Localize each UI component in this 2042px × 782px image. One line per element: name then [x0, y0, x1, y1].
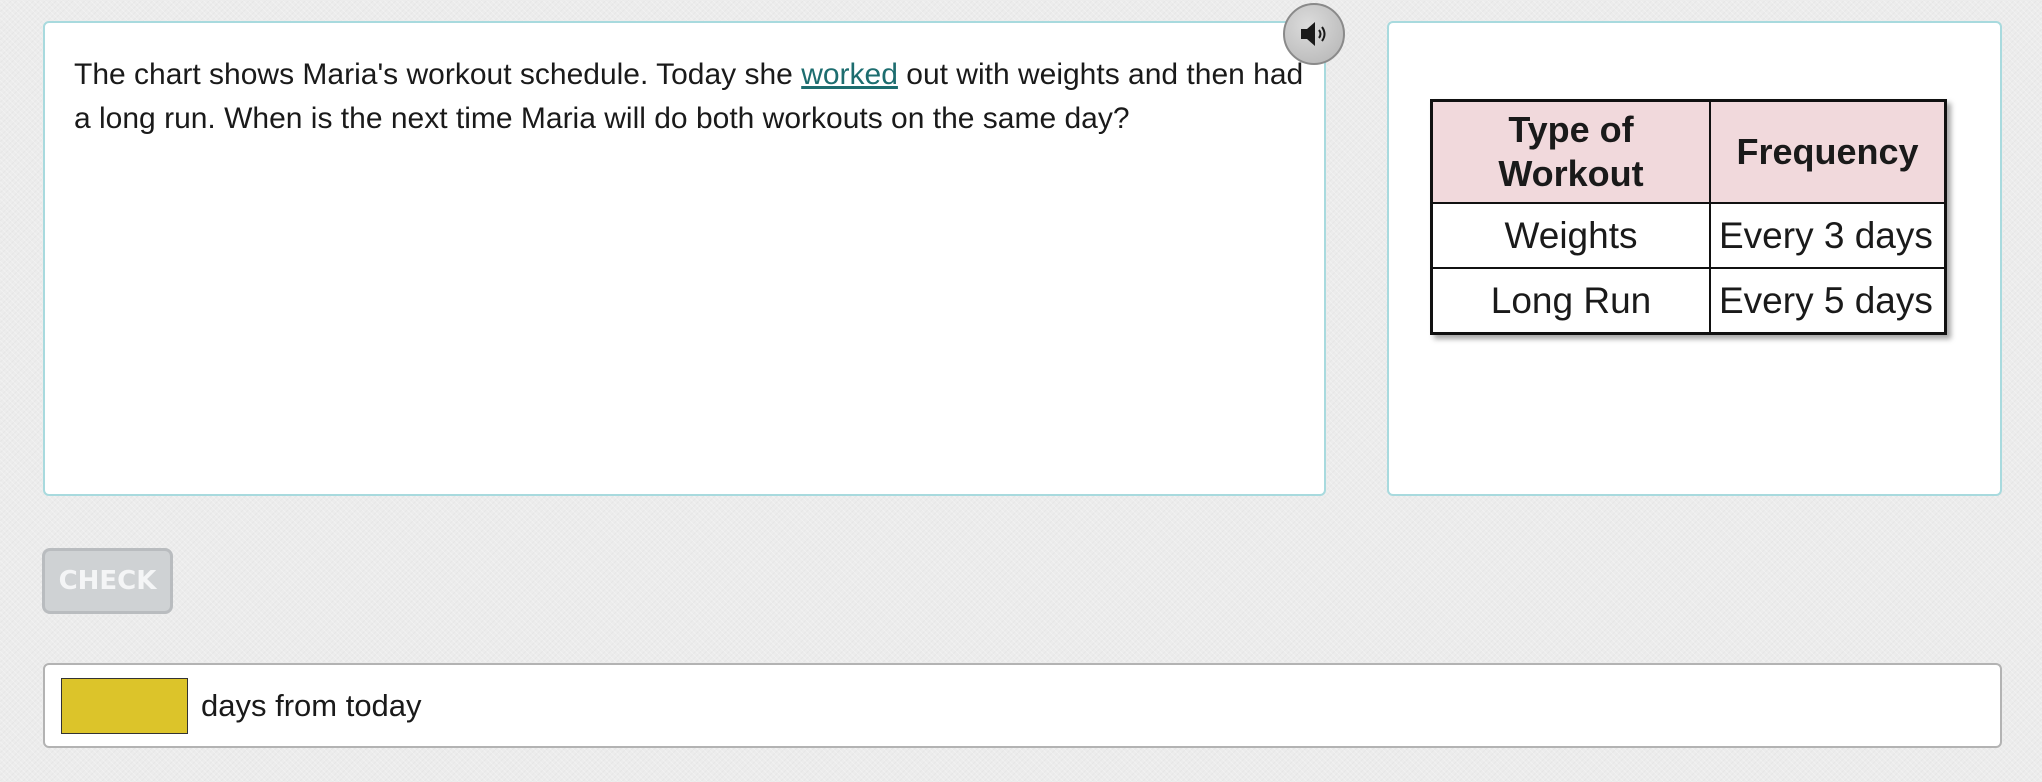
answer-suffix-label: days from today	[201, 688, 422, 723]
header-frequency: Frequency	[1709, 99, 1947, 204]
check-button[interactable]: CHECK	[42, 548, 173, 614]
speaker-icon	[1301, 22, 1326, 46]
answer-panel: days from today	[43, 663, 2002, 748]
cell-workout-type: Long Run	[1430, 267, 1711, 335]
table-panel: Type of Workout Frequency Weights Every …	[1387, 21, 2002, 496]
answer-input[interactable]	[61, 678, 188, 734]
workout-schedule-table: Type of Workout Frequency Weights Every …	[1430, 99, 1947, 335]
cell-frequency: Every 5 days	[1709, 267, 1947, 335]
header-type-of-workout-label: Type of Workout	[1498, 109, 1644, 194]
cell-workout-type: Weights	[1430, 202, 1711, 269]
glossary-link-worked[interactable]: worked	[801, 58, 898, 91]
header-type-of-workout: Type of Workout	[1430, 99, 1711, 204]
table-row: Weights Every 3 days	[1430, 202, 1947, 269]
table-row: Long Run Every 5 days	[1430, 267, 1947, 335]
table-header-row: Type of Workout Frequency	[1430, 99, 1947, 204]
question-panel: The chart shows Maria's workout schedule…	[43, 21, 1326, 496]
question-text-start: The chart shows Maria's workout schedule…	[74, 58, 802, 91]
audio-button[interactable]	[1283, 3, 1345, 65]
cell-frequency: Every 3 days	[1709, 202, 1947, 269]
question-text: The chart shows Maria's workout schedule…	[74, 53, 1304, 141]
